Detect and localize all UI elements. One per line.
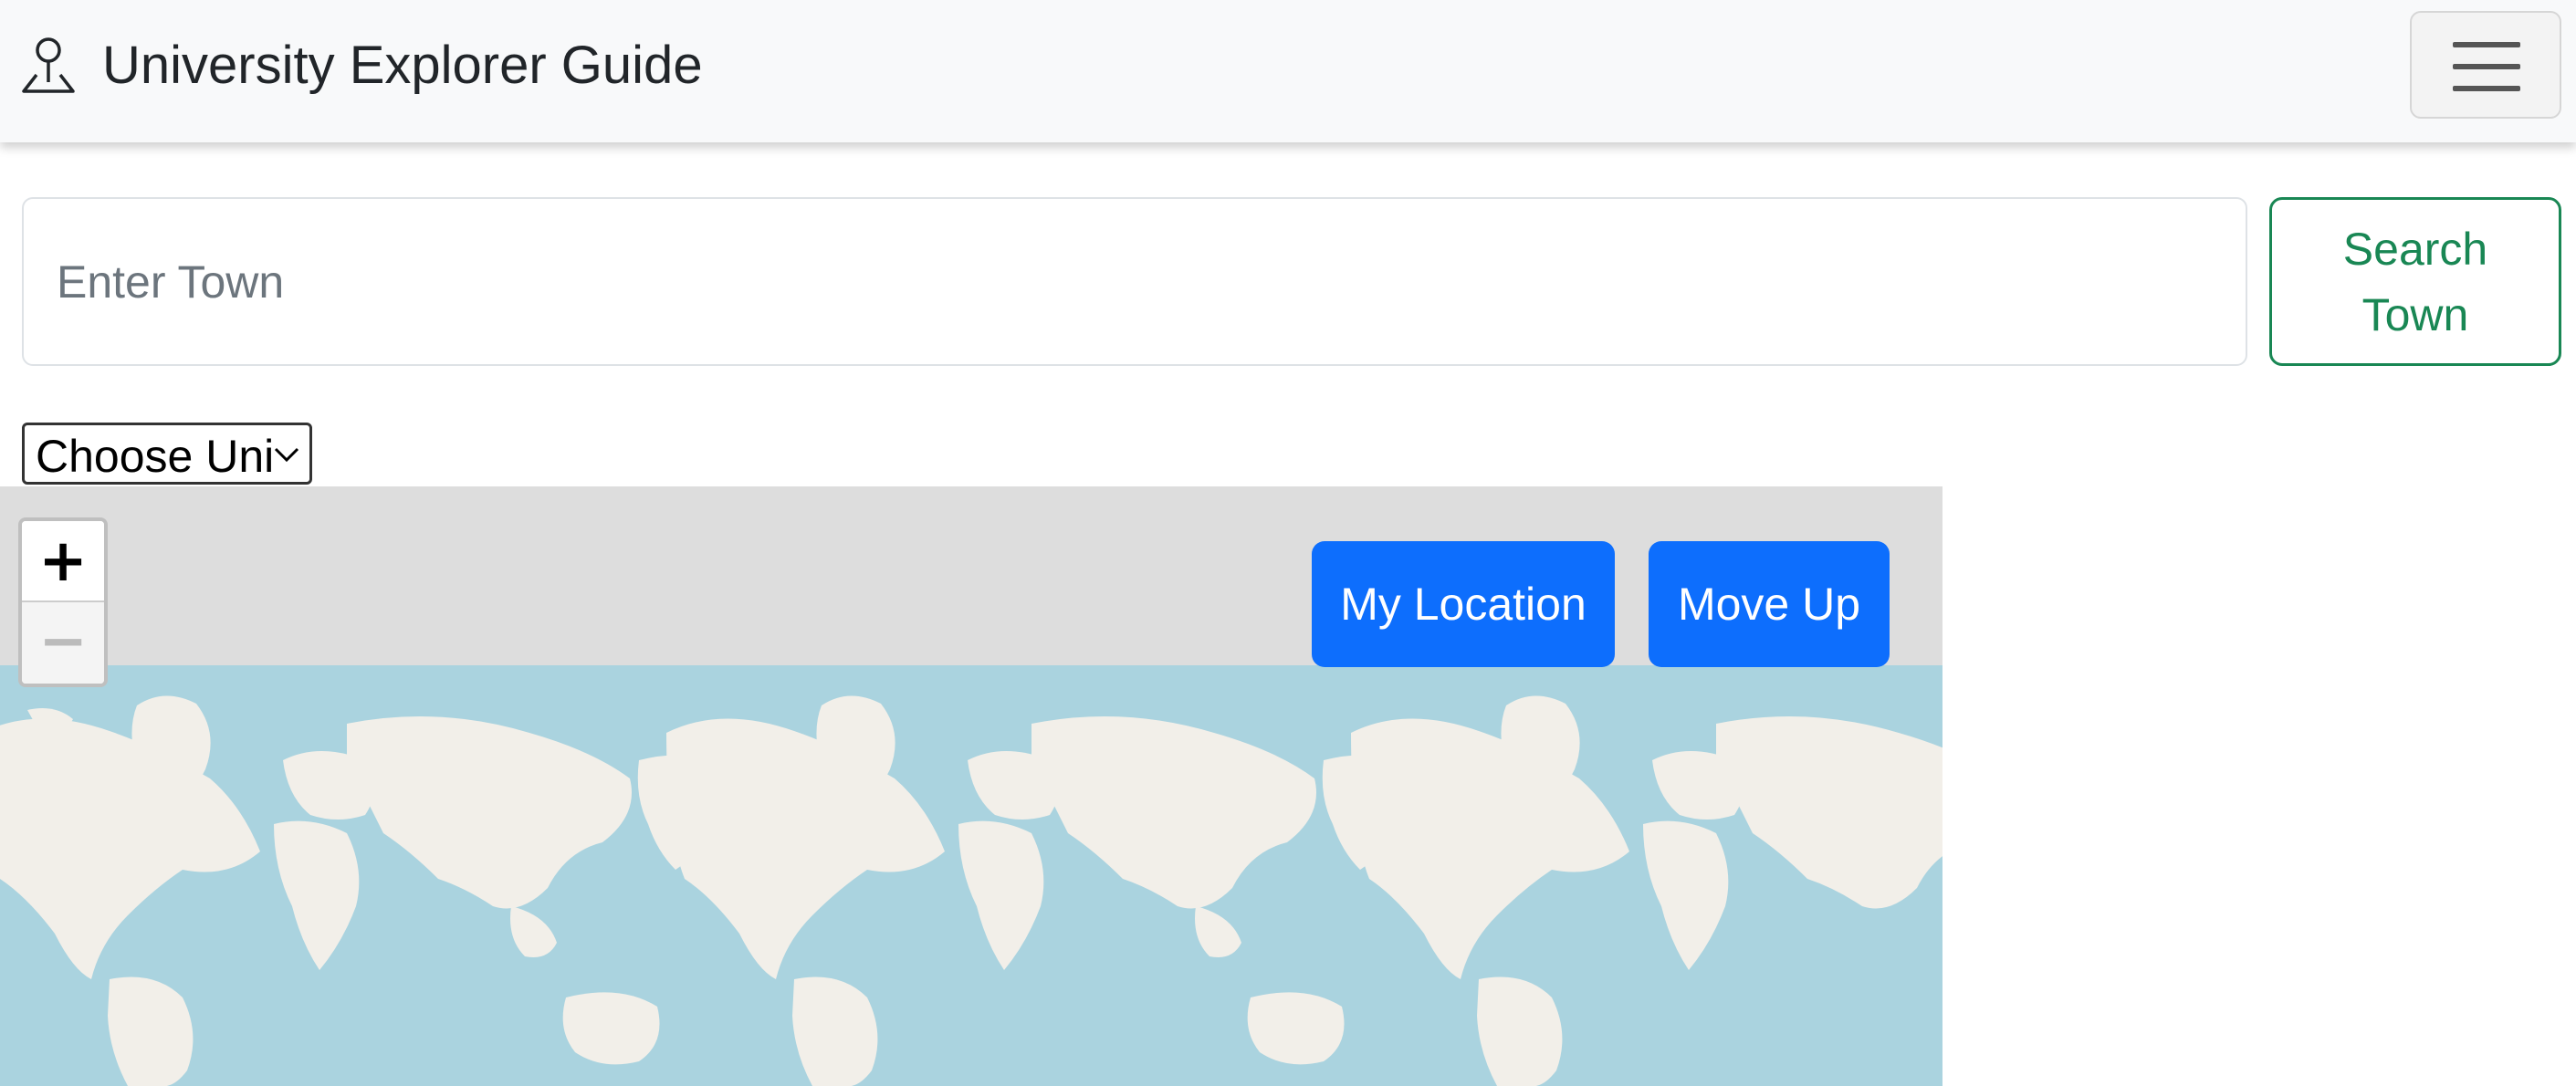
my-location-button[interactable]: My Location [1312,541,1615,667]
hamburger-menu-icon [2453,42,2520,47]
navbar-toggle-button[interactable] [2410,11,2561,119]
my-location-button-label: My Location [1340,579,1586,630]
search-town-button[interactable]: Search Town [2269,197,2561,366]
move-up-button-label: Move Up [1677,579,1861,630]
university-select[interactable]: Choose Uni [22,423,312,485]
university-select-value: Choose Uni [36,431,275,482]
move-up-button[interactable]: Move Up [1649,541,1890,667]
zoom-in-button[interactable]: + [22,521,104,602]
town-search-input[interactable] [22,197,2247,366]
person-pin-icon [22,37,75,93]
map-view[interactable]: + − My Location Move Up [0,486,1942,1086]
zoom-control: + − [18,517,108,687]
chevron-down-icon [274,447,299,463]
top-navbar: University Explorer Guide [0,0,2576,142]
search-town-button-label: Search Town [2342,223,2488,340]
app-title[interactable]: University Explorer Guide [102,33,703,99]
zoom-out-button[interactable]: − [22,602,104,684]
